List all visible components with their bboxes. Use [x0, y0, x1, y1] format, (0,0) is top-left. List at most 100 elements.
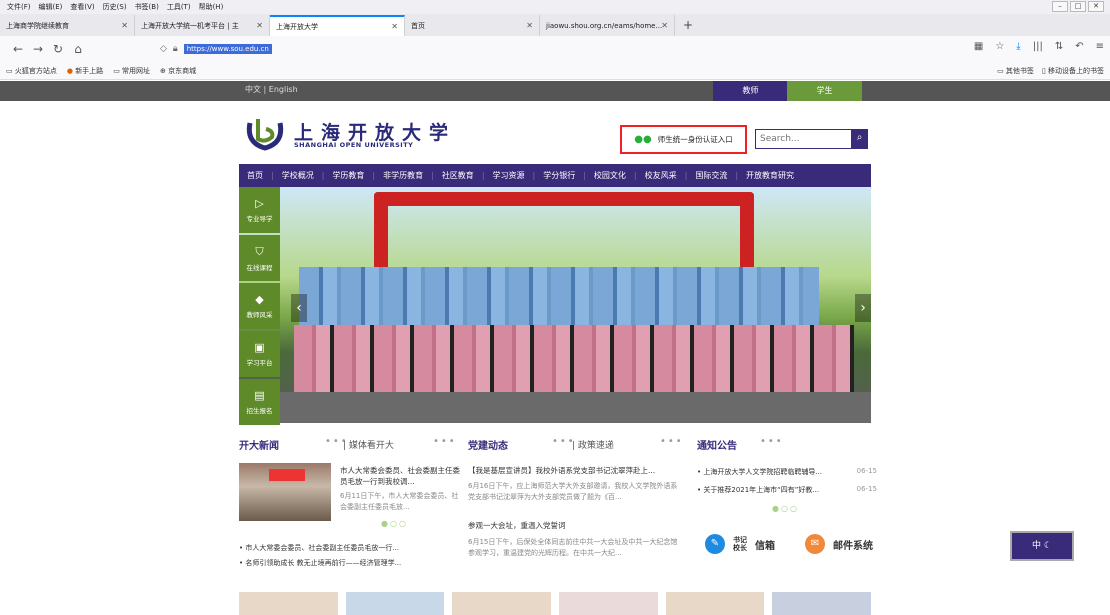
- unified-auth-button[interactable]: ●● 师生统一身份认证入口: [620, 125, 747, 154]
- bookmark-star-icon[interactable]: ☆: [995, 41, 1004, 52]
- language-switch[interactable]: 中文 | English: [245, 84, 298, 95]
- menu-file[interactable]: 文件(F): [4, 2, 34, 12]
- menu-bookmarks[interactable]: 书签(B): [132, 2, 162, 12]
- nav-credit-bank[interactable]: 学分银行: [535, 170, 583, 181]
- back-icon[interactable]: ←: [8, 42, 28, 56]
- sync-icon[interactable]: ⇅: [1055, 41, 1063, 52]
- close-icon[interactable]: ✕: [121, 21, 128, 30]
- notice-more-dots[interactable]: •••: [760, 436, 784, 447]
- minimize-button[interactable]: –: [1052, 1, 1068, 12]
- close-window-button[interactable]: ✕: [1088, 1, 1104, 12]
- menu-history[interactable]: 历史(S): [100, 2, 130, 12]
- media-tab[interactable]: | 媒体看开大: [343, 438, 394, 451]
- library-icon[interactable]: |||: [1033, 41, 1043, 52]
- university-logo-icon[interactable]: [244, 113, 286, 151]
- quick-teachers[interactable]: ◆ 教师风采: [239, 283, 280, 329]
- main-navigation: 首页 | 学校概况 | 学历教育 | 非学历教育 | 社区教育 | 学习资源 | 学分银行 |…: [239, 164, 871, 187]
- nav-research[interactable]: 开放教育研究: [738, 170, 802, 181]
- menu-tools[interactable]: 工具(T): [164, 2, 194, 12]
- tab-title: 上海开放大学统一机考平台 | 主: [141, 21, 239, 30]
- download-icon[interactable]: ⤓: [1016, 41, 1020, 52]
- bottom-link-1[interactable]: [239, 592, 338, 615]
- graduation-cap-icon: ◆: [255, 293, 264, 306]
- bookmark-2[interactable]: ● 新手上路: [67, 66, 103, 76]
- url-bar[interactable]: ◇ 🔒︎ https://www.sou.edu.cn: [160, 39, 940, 59]
- quick-enrollment[interactable]: ▤ 招生报名: [239, 379, 280, 425]
- other-bookmarks[interactable]: ▭ 其他书签: [997, 66, 1034, 76]
- policy-tab[interactable]: | 政策速递: [572, 438, 614, 451]
- bottom-link-3[interactable]: [452, 592, 552, 615]
- home-icon[interactable]: ⌂: [68, 42, 88, 56]
- news-item-1[interactable]: • 市人大常委会委员、社会委副主任委员毛放一行...: [239, 543, 399, 553]
- maximize-button[interactable]: □: [1070, 1, 1086, 12]
- policy-more-dots[interactable]: •••: [660, 436, 684, 447]
- floating-ime-widget[interactable]: 中 ☾: [1010, 531, 1074, 561]
- notice-pager-dots[interactable]: ●○○: [772, 504, 799, 513]
- nav-international[interactable]: 国际交流: [687, 170, 735, 181]
- search-icon[interactable]: ⌕: [851, 129, 868, 149]
- menu-edit[interactable]: 编辑(E): [36, 2, 66, 12]
- url-text[interactable]: https://www.sou.edu.cn: [183, 44, 272, 54]
- news-section-title[interactable]: 开大新闻: [239, 437, 279, 452]
- nav-alumni[interactable]: 校友风采: [637, 170, 685, 181]
- party-item-2-title[interactable]: 参观一大会址，重温入党誓词: [468, 520, 678, 531]
- new-tab-button[interactable]: +: [675, 15, 701, 36]
- bottom-link-2[interactable]: [345, 592, 445, 615]
- menu-icon[interactable]: ≡: [1096, 41, 1104, 52]
- close-icon[interactable]: ✕: [256, 21, 263, 30]
- banner-next-icon[interactable]: ›: [855, 294, 871, 322]
- tab-4[interactable]: 首页 ✕: [405, 15, 540, 36]
- menu-help[interactable]: 帮助(H): [196, 2, 227, 12]
- bookmark-1[interactable]: ▭ 火狐官方站点: [6, 66, 57, 76]
- menu-view[interactable]: 查看(V): [67, 2, 97, 12]
- notice-item-1[interactable]: • 上海开放大学人文学院招聘临聘辅导... 06-15: [697, 467, 877, 477]
- news-pager-dots[interactable]: ●○○: [381, 519, 408, 528]
- nav-culture[interactable]: 校园文化: [586, 170, 634, 181]
- close-icon[interactable]: ✕: [391, 22, 398, 31]
- bottom-link-6[interactable]: [772, 592, 872, 615]
- mail-system-card[interactable]: ✉ 邮件系统: [797, 527, 887, 561]
- tab-2[interactable]: 上海开放大学统一机考平台 | 主 ✕: [135, 15, 270, 36]
- shield-icon[interactable]: ◇: [160, 44, 167, 54]
- reader-icon[interactable]: ▦: [974, 41, 983, 52]
- quick-major-guide[interactable]: ▷ 专业导学: [239, 187, 280, 233]
- forward-icon[interactable]: →: [28, 42, 48, 56]
- teacher-button[interactable]: 教师: [713, 81, 788, 101]
- quick-online-course[interactable]: ⛉ 在线课程: [239, 235, 280, 281]
- mobile-bookmarks[interactable]: ▯ 移动设备上的书签: [1042, 66, 1104, 76]
- close-icon[interactable]: ✕: [526, 21, 533, 30]
- news-thumbnail[interactable]: [239, 463, 331, 521]
- news-item-2[interactable]: • 名师引领助成长 教无止境再前行——经济管理学...: [239, 558, 401, 568]
- banner-prev-icon[interactable]: ‹: [291, 294, 307, 322]
- notice-item-2[interactable]: • 关于推荐2021年上海市“四有”好教... 06-15: [697, 485, 877, 495]
- student-button[interactable]: 学生: [787, 81, 862, 101]
- bookmark-3[interactable]: ▭ 常用网址: [113, 66, 150, 76]
- nav-resources[interactable]: 学习资源: [485, 170, 533, 181]
- search-input[interactable]: [755, 129, 852, 149]
- lock-icon[interactable]: 🔒︎: [173, 44, 178, 54]
- notice-section-title[interactable]: 通知公告: [697, 437, 737, 452]
- tab-3-active[interactable]: 上海开放大学 ✕: [270, 15, 405, 36]
- party-section-title[interactable]: 党建动态: [468, 437, 508, 452]
- party-item-1-title[interactable]: 【我是基层宣讲员】我校外语系党支部书记沈翠萍赴上...: [468, 465, 678, 476]
- undo-icon[interactable]: ↶: [1075, 41, 1083, 52]
- nav-community[interactable]: 社区教育: [434, 170, 482, 181]
- media-more-dots[interactable]: •••: [433, 436, 457, 447]
- bottom-link-4[interactable]: [559, 592, 658, 615]
- reload-icon[interactable]: ↻: [48, 42, 68, 56]
- bookmark-4[interactable]: ⊕ 京东商城: [160, 66, 196, 76]
- nav-nondegree[interactable]: 非学历教育: [375, 170, 431, 181]
- auth-label: 师生统一身份认证入口: [657, 135, 733, 144]
- hero-banner-photo[interactable]: ‹ ›: [239, 187, 871, 423]
- nav-about[interactable]: 学校概况: [274, 170, 322, 181]
- nav-home[interactable]: 首页: [239, 170, 271, 181]
- quick-learning-platform[interactable]: ▣ 学习平台: [239, 331, 280, 377]
- news-headline[interactable]: 市人大常委会委员、社会委副主任委员毛放一行到我校调...: [340, 465, 460, 487]
- nav-degree[interactable]: 学历教育: [324, 170, 372, 181]
- form-icon: ▤: [254, 389, 265, 402]
- president-mailbox-card[interactable]: ✎ 书记 校长 信箱: [697, 527, 787, 561]
- tab-1[interactable]: 上海商学院继续教育 ✕: [0, 15, 135, 36]
- tab-5[interactable]: jiaowu.shou.org.cn/eams/home... ✕: [540, 15, 675, 36]
- bottom-link-5[interactable]: [665, 592, 765, 615]
- close-icon[interactable]: ✕: [661, 21, 668, 30]
